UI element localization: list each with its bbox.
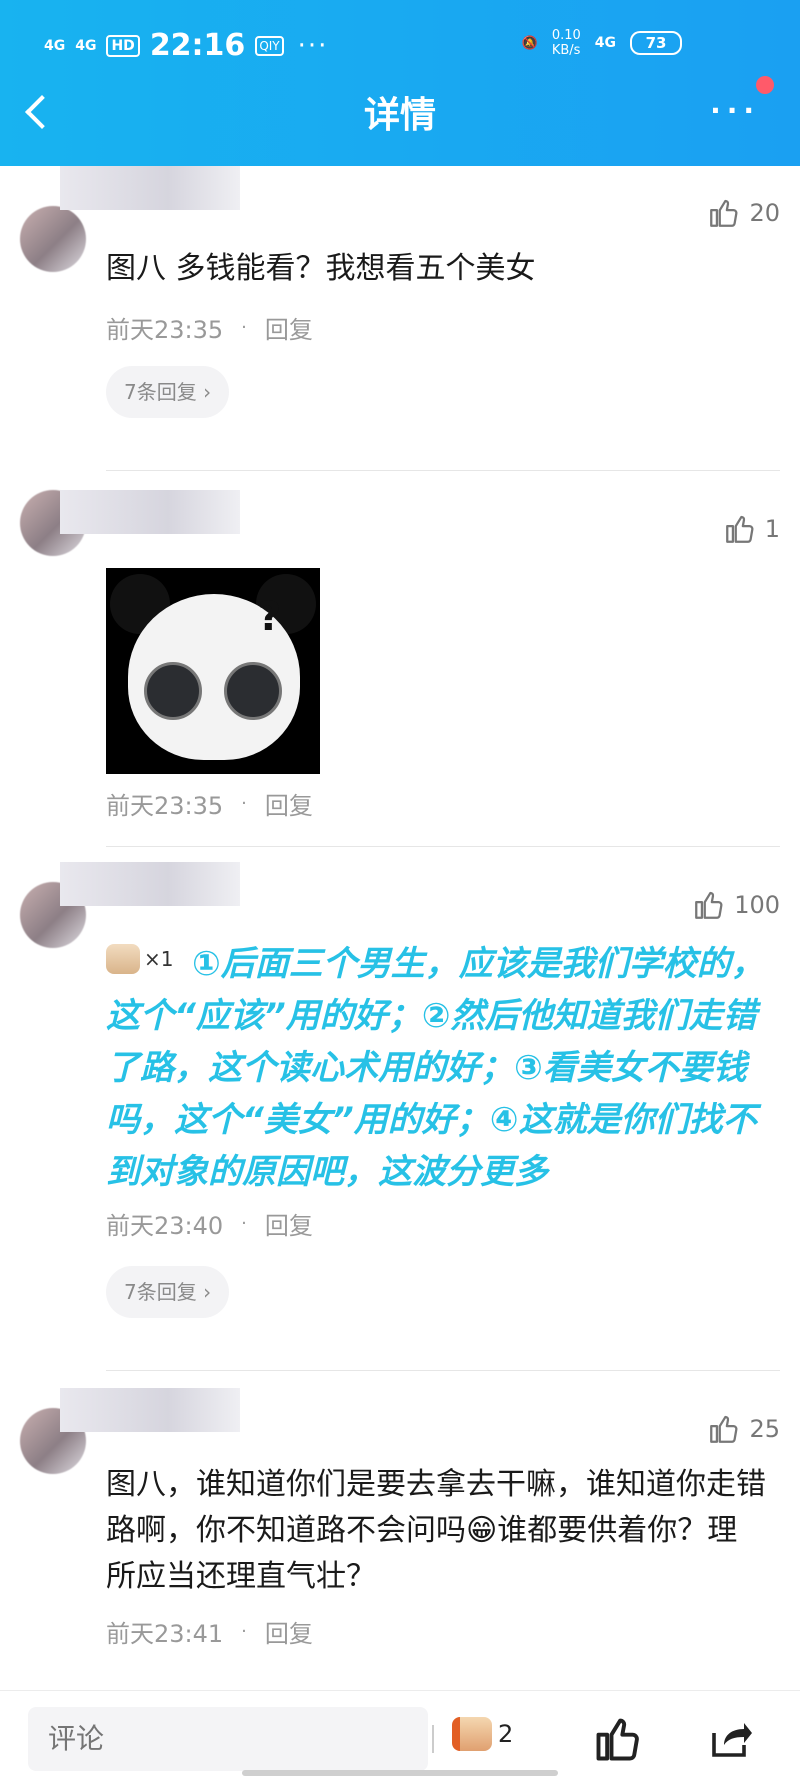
thumbs-up-icon bbox=[710, 199, 738, 227]
nav-bar: 详情 ··· bbox=[0, 82, 800, 138]
comment-meta: 前天23:40 · 回复 bbox=[106, 1206, 313, 1241]
replies-button[interactable]: 7条回复 › bbox=[106, 1266, 230, 1318]
gift-count: 2 bbox=[498, 1720, 514, 1748]
like-button[interactable]: 25 bbox=[707, 1412, 780, 1446]
share-icon[interactable] bbox=[702, 1715, 758, 1763]
comment-input[interactable] bbox=[28, 1707, 428, 1771]
sticker-image[interactable]: ? bbox=[106, 568, 320, 774]
comment-text: 图八 多钱能看？我想看五个美女 bbox=[106, 251, 536, 286]
username[interactable] bbox=[60, 1388, 240, 1432]
mute-bell-icon: 🔕 bbox=[521, 35, 538, 51]
comment-meta: 前天23:35 · 回复 bbox=[106, 786, 313, 821]
gift-button[interactable]: 2 bbox=[452, 1717, 513, 1751]
username[interactable] bbox=[60, 490, 240, 534]
battery-icon: 73 bbox=[630, 31, 682, 55]
replies-button[interactable]: 7条回复 › bbox=[106, 366, 230, 418]
like-count: 20 bbox=[749, 199, 780, 227]
signal-icon: 4G bbox=[44, 37, 66, 54]
divider bbox=[106, 846, 780, 847]
divider bbox=[106, 470, 780, 471]
like-button[interactable]: 1 bbox=[723, 512, 780, 546]
like-count: 25 bbox=[749, 1415, 780, 1443]
status-time: 22:16 bbox=[149, 28, 246, 63]
reply-link[interactable]: 回复 bbox=[265, 310, 313, 345]
more-status-icon: ··· bbox=[297, 30, 329, 61]
reply-link[interactable]: 回复 bbox=[265, 1614, 313, 1649]
page-title: 详情 bbox=[363, 95, 436, 136]
comment-meta: 前天23:41 · 回复 bbox=[106, 1614, 313, 1649]
header: 4G 4G HD 22:16 QIY ··· 🔕 0.10 KB/s 4G 73 … bbox=[0, 0, 800, 166]
status-bar: 4G 4G HD 22:16 QIY ··· 🔕 0.10 KB/s 4G 73 bbox=[0, 24, 800, 64]
username[interactable] bbox=[60, 862, 240, 906]
thumbs-up-icon bbox=[710, 1415, 738, 1443]
comment-time: 前天23:40 bbox=[106, 1212, 224, 1240]
comment-time: 前天23:41 bbox=[106, 1620, 224, 1648]
home-indicator bbox=[242, 1770, 558, 1776]
divider bbox=[432, 1725, 434, 1753]
comment-time: 前天23:35 bbox=[106, 316, 224, 344]
thumbs-up-gift-icon bbox=[452, 1717, 492, 1751]
reply-link[interactable]: 回复 bbox=[265, 1206, 313, 1241]
more-icon[interactable]: ··· bbox=[710, 94, 760, 127]
notification-dot bbox=[756, 76, 774, 94]
comment-time: 前天23:35 bbox=[106, 792, 224, 820]
like-button[interactable]: 100 bbox=[692, 888, 780, 922]
signal-icon: 4G bbox=[75, 37, 97, 54]
thumbs-up-icon bbox=[695, 891, 723, 919]
like-count: 1 bbox=[764, 515, 780, 543]
chevron-right-icon: › bbox=[203, 1280, 212, 1304]
comment-text: 图八，谁知道你们是要去拿去干嘛，谁知道你走错路啊，你不知道路不会问吗😁谁都要供着… bbox=[106, 1467, 766, 1594]
hd-icon: HD bbox=[106, 34, 140, 57]
username[interactable] bbox=[60, 166, 240, 210]
app-icon: QIY bbox=[255, 35, 284, 56]
question-mark-icon: ? bbox=[258, 594, 282, 640]
net-speed: 0.10 KB/s bbox=[551, 28, 581, 58]
divider bbox=[106, 1370, 780, 1371]
chevron-right-icon: › bbox=[203, 380, 212, 404]
like-icon[interactable] bbox=[590, 1713, 646, 1765]
thumbs-up-icon bbox=[725, 515, 754, 543]
like-count: 100 bbox=[734, 891, 780, 919]
net-type: 4G bbox=[594, 35, 616, 51]
like-button[interactable]: 20 bbox=[707, 196, 780, 230]
comment-meta: 前天23:35 · 回复 bbox=[106, 310, 313, 345]
reply-link[interactable]: 回复 bbox=[265, 786, 313, 821]
comment-text: ①后面三个男生，应该是我们学校的，这个“应该”用的好；②然后他知道我们走错了路，… bbox=[106, 944, 765, 1192]
avatar[interactable] bbox=[20, 206, 86, 272]
